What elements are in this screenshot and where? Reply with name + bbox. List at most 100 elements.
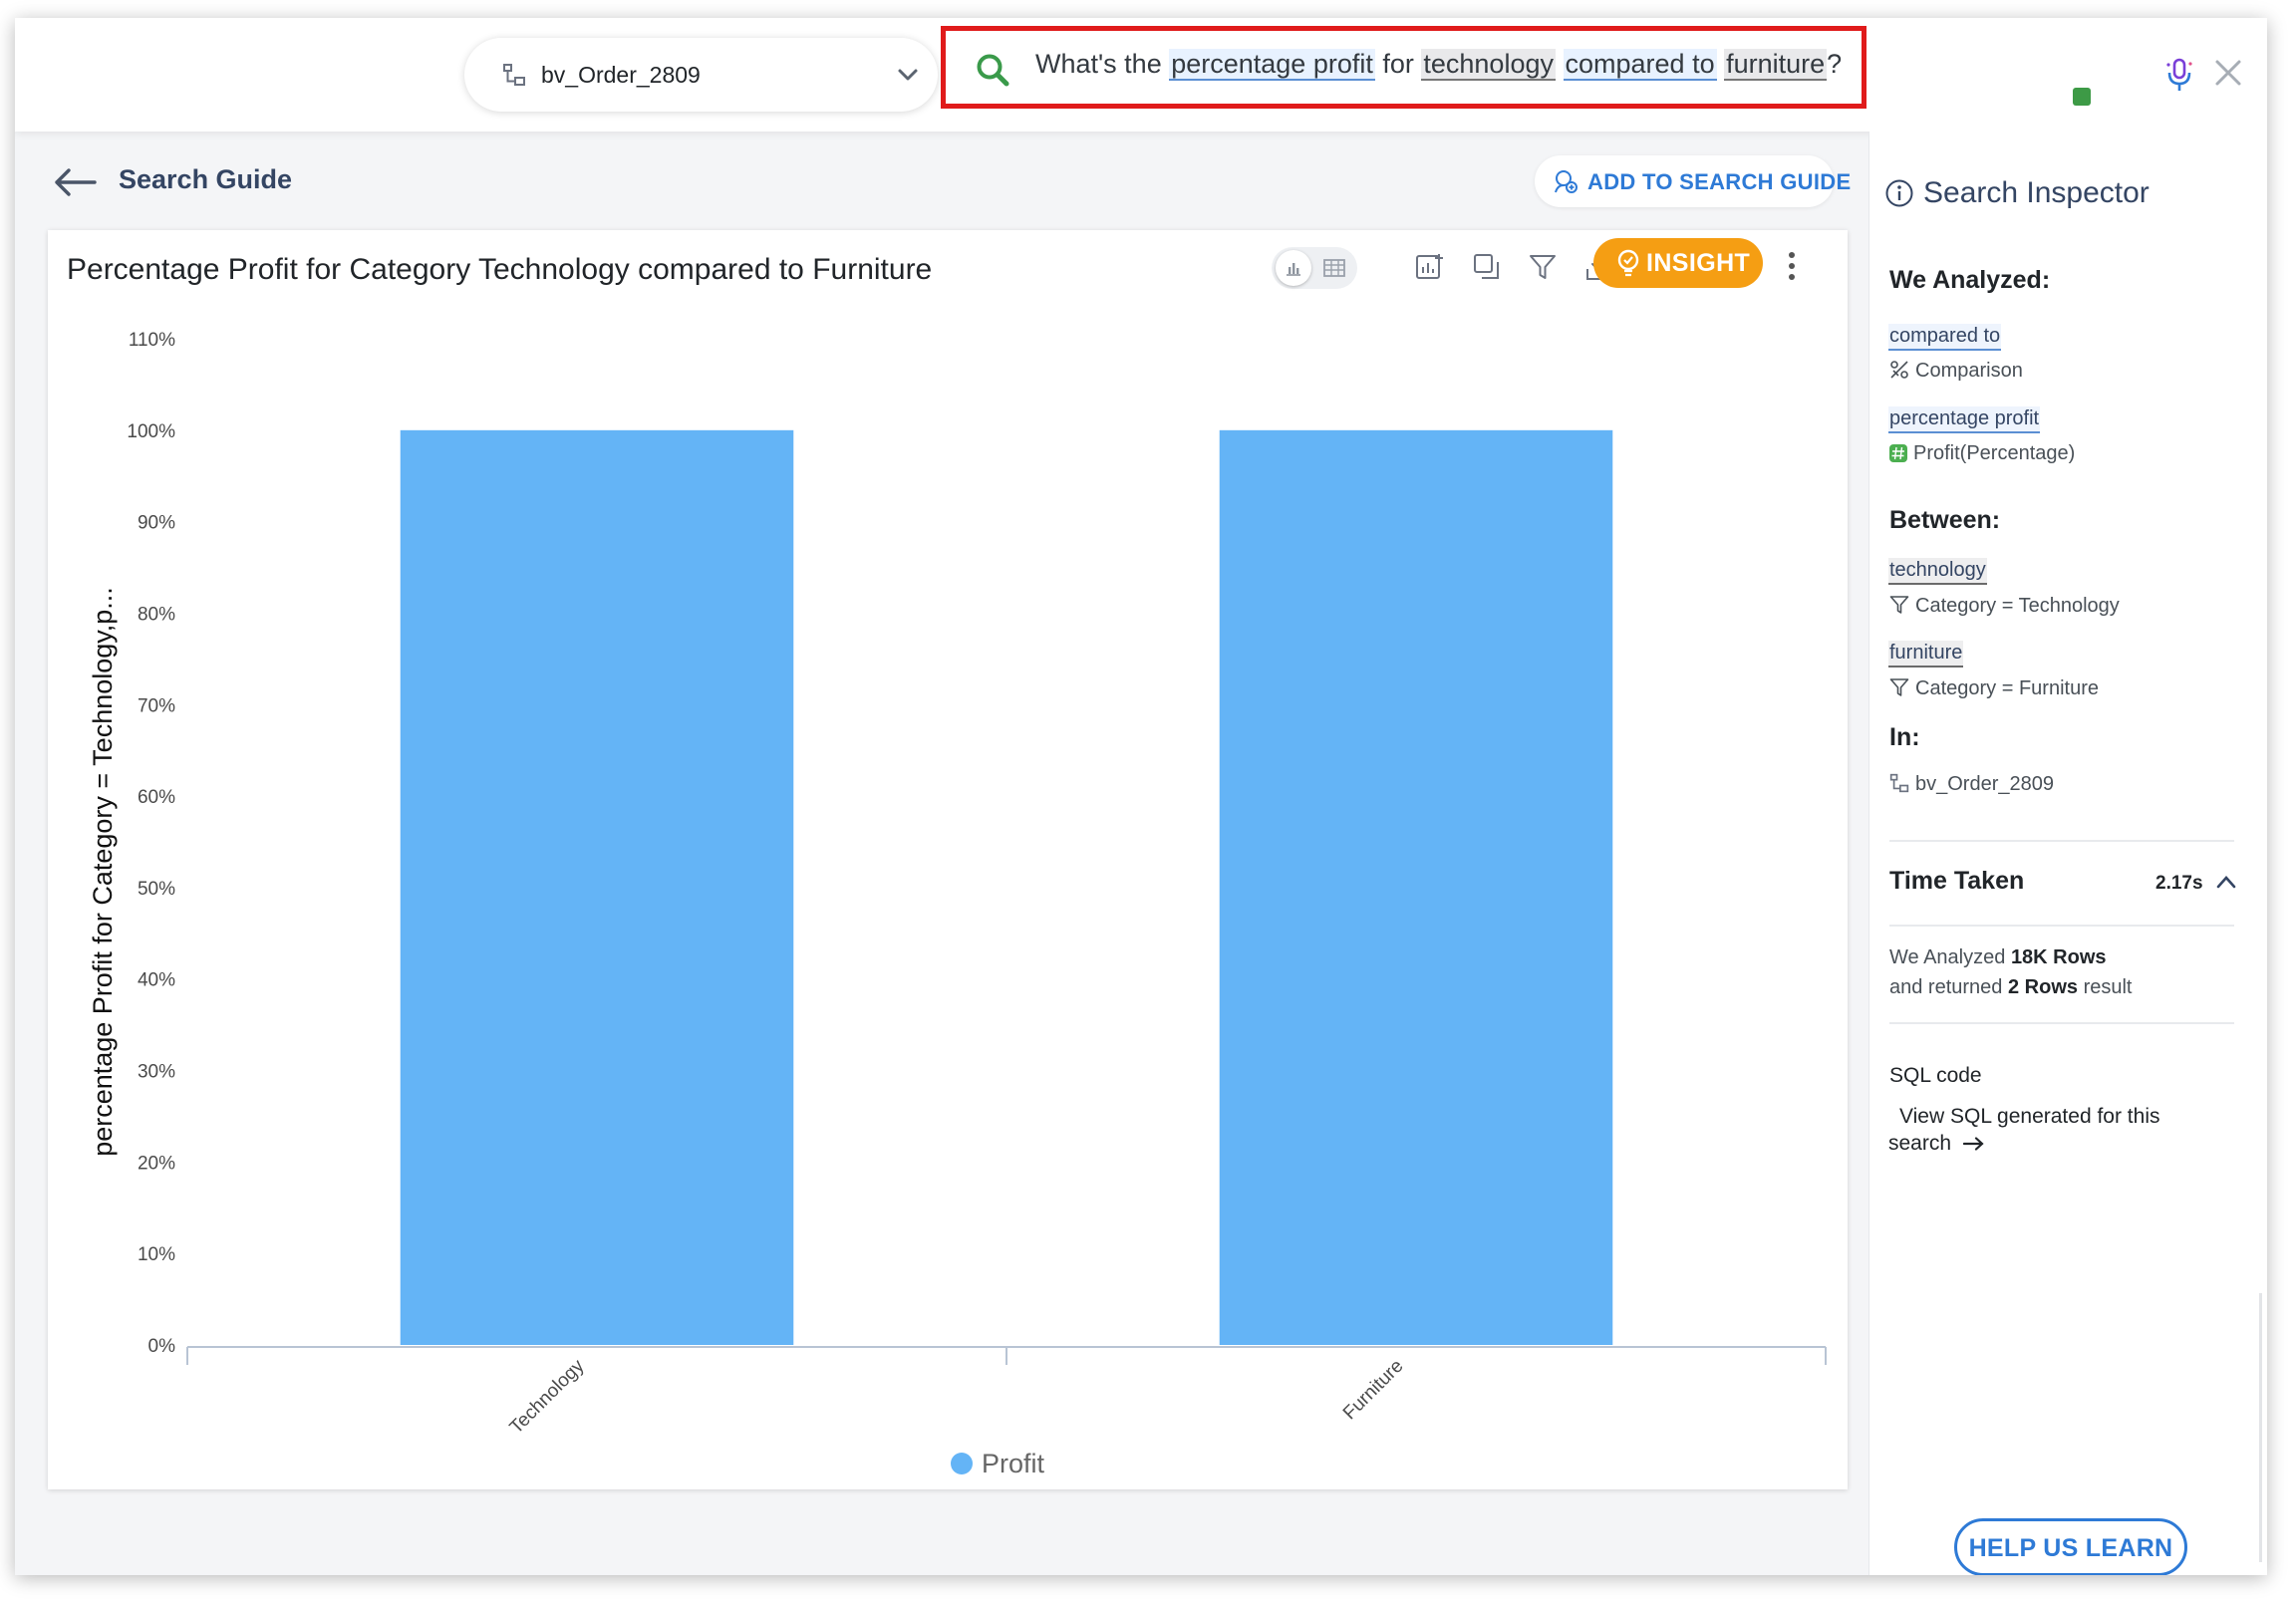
x-tick-label: Technology [506,1355,589,1438]
between-term-technology[interactable]: technology [1888,558,1987,585]
insight-button[interactable]: INSIGHT [1593,238,1763,288]
between-detail-text: Category = Furniture [1915,677,2099,699]
legend-label-profit: Profit [982,1449,1045,1478]
bar-furniture [1219,429,1613,1345]
y-tick-label: 100% [127,421,175,442]
query-token [1556,49,1564,79]
between-detail-furniture: Category = Furniture [1889,677,2099,700]
time-taken-value: 2.17s [2155,873,2203,894]
insight-label: INSIGHT [1646,249,1751,277]
between-detail-technology: Category = Technology [1889,595,2120,618]
datasource-selector[interactable]: bv_Order_2809 [464,38,938,112]
between-detail-text: Category = Technology [1915,595,2120,617]
in-heading: In: [1889,723,1920,751]
sql-code-label: SQL code [1889,1064,1982,1087]
divider [1889,840,2234,842]
divider [1889,925,2234,927]
query-token[interactable]: technology [1421,49,1556,81]
chart-title: Percentage Profit for Category Technolog… [67,253,933,286]
analyzed-term-compared-to[interactable]: compared to [1888,324,2002,351]
analyzed-heading: We Analyzed: [1889,266,2051,294]
divider [1889,1022,2234,1024]
in-source: bv_Order_2809 [1889,773,2054,796]
filter-icon [1889,678,1909,696]
help-us-learn-button[interactable]: HELP US LEARN [1954,1518,2187,1575]
query-token[interactable]: percentage profit [1169,49,1375,81]
between-heading: Between: [1889,506,2001,534]
between-term-furniture[interactable]: furniture [1888,641,1964,668]
rows-returned-prefix: and returned [1889,976,2008,998]
analyzed-detail-comparison: Comparison [1889,360,2023,383]
back-arrow-icon[interactable] [53,167,97,202]
query-token: for [1374,49,1422,79]
bar-technology [400,429,794,1345]
more-options-icon[interactable] [1787,250,1797,287]
filter-icon[interactable] [1528,252,1558,287]
close-icon[interactable] [2213,58,2243,93]
help-us-learn-label: HELP US LEARN [1968,1534,2173,1562]
filter-icon [1889,596,1909,614]
y-tick-label: 30% [138,1062,175,1083]
query-token [1717,49,1725,79]
y-tick-label: 110% [129,330,175,351]
arrow-right-icon [1962,1137,1984,1151]
scrollbar[interactable] [2259,1293,2262,1562]
chart-view-option[interactable] [1276,250,1311,286]
query-token[interactable]: compared to [1563,49,1717,81]
view-sql-line-2-text: search [1888,1132,1952,1155]
rows-analyzed-text: We Analyzed 18K Rows [1889,946,2107,969]
query-token[interactable]: furniture [1724,49,1828,81]
y-tick-label: 20% [138,1153,175,1174]
bar-chart-icon [1287,263,1300,276]
x-tick-label: Furniture [1339,1356,1408,1425]
app-window: bv_Order_2809 What's the percentage prof… [15,18,2267,1575]
status-indicator [2073,88,2091,106]
search-bar-area: bv_Order_2809 What's the percentage prof… [15,18,2267,132]
add-chart-icon[interactable] [1415,252,1445,287]
chevron-down-icon[interactable] [897,64,919,91]
analyzed-detail-text: Profit(Percentage) [1913,442,2076,464]
duplicate-icon[interactable] [1472,252,1502,287]
lightbulb-icon [1615,249,1641,282]
search-query-box[interactable]: What's the percentage profit for technol… [941,26,1866,109]
y-tick-label: 70% [138,695,175,716]
page: bv_Order_2809 What's the percentage prof… [0,0,2296,1605]
microphone-icon[interactable] [2164,58,2194,99]
table-icon[interactable] [1323,259,1345,282]
rows-returned-suffix: result [2078,976,2133,998]
add-guide-icon [1553,168,1578,199]
datasource-icon [1889,773,1909,793]
y-tick-label: 90% [138,513,175,534]
chart-card: 0% 10% 20% 30% 40% 50% 60% 70% 80% 90% 100% 110% per… [48,230,1848,1489]
percent-compare-icon [1890,361,1908,379]
view-sql-link[interactable]: View SQL generated for this search [1888,1103,2160,1157]
y-tick-label: 80% [138,604,175,625]
analyzed-detail-profit: Profit(Percentage) [1889,442,2075,465]
y-tick-label: 10% [138,1244,175,1265]
add-to-search-guide-button[interactable]: ADD TO SEARCH GUIDE [1535,155,1851,207]
measure-hash-icon [1889,444,1907,462]
search-icon[interactable] [976,53,1009,92]
rows-analyzed-value: 18K Rows [2010,946,2107,968]
analyzed-detail-text: Comparison [1915,360,2023,382]
y-axis-label: percentage Profit for Category = Technol… [88,587,118,1157]
search-guide-link[interactable]: Search Guide [119,164,292,195]
search-query-input[interactable]: What's the percentage profit for technol… [1035,49,1843,81]
chart-table-toggle[interactable] [1272,247,1357,289]
query-token: What's the [1035,49,1170,79]
y-tick-label: 50% [138,879,175,900]
search-inspector-panel: Search Inspector We Analyzed: compared t… [1868,132,2267,1575]
datasource-name: bv_Order_2809 [541,62,701,88]
info-icon [1884,178,1914,213]
analyzed-term-percentage-profit[interactable]: percentage profit [1888,406,2041,433]
time-taken-label: Time Taken [1889,867,2025,895]
query-token: ? [1827,49,1843,79]
view-sql-line-1: View SQL generated for this [1899,1105,2160,1128]
chevron-up-icon[interactable] [2216,875,2236,894]
inspector-title: Search Inspector [1923,176,2150,209]
y-tick-label: 60% [138,787,175,808]
rows-analyzed-prefix: We Analyzed [1889,946,2011,968]
view-sql-line-2: search [1888,1130,2160,1157]
rows-returned-value: 2 Rows [2007,976,2079,998]
y-tick-label: 40% [138,970,175,991]
